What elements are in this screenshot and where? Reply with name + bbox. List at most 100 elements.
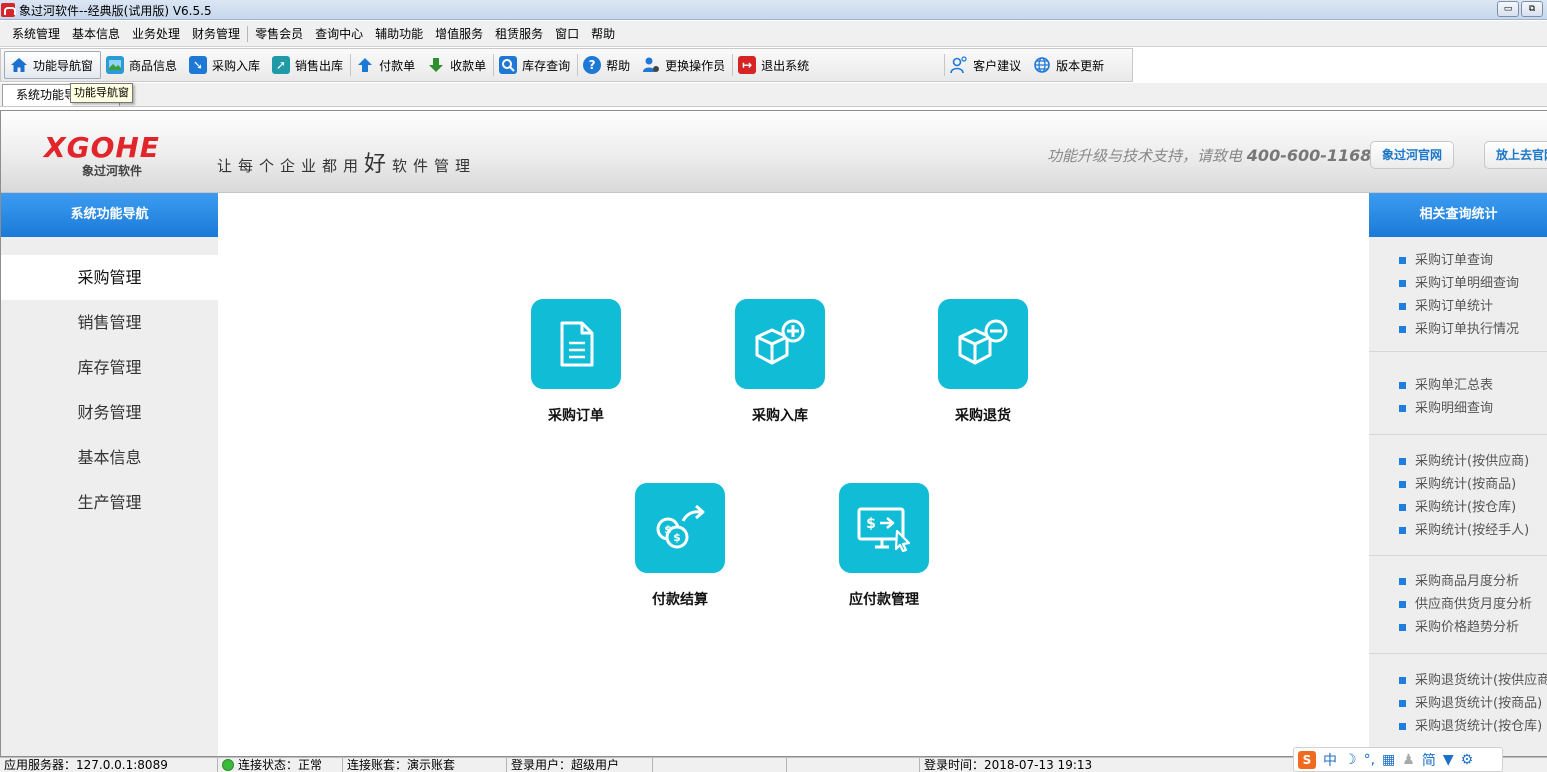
toolbar-product-button[interactable]: 商品信息: [101, 51, 184, 79]
query-link[interactable]: 采购订单统计: [1399, 295, 1547, 318]
status-connection-text: 连接状态：正常: [238, 758, 323, 772]
toolbar-help-button[interactable]: ? 帮助: [578, 51, 637, 79]
toolbar-update-button[interactable]: 版本更新: [1028, 51, 1111, 79]
ime-simplified-toggle[interactable]: 简: [1422, 750, 1436, 770]
nav-item-sales[interactable]: 销售管理: [1, 300, 218, 345]
query-link[interactable]: 采购统计(按商品): [1399, 473, 1547, 496]
query-link[interactable]: 采购商品月度分析: [1399, 570, 1547, 593]
purchase-return-tile[interactable]: 采购退货: [923, 299, 1043, 425]
query-group: 采购统计(按供应商) 采购统计(按商品) 采购统计(按仓库) 采购统计(按经手人…: [1369, 435, 1547, 556]
official-site-button[interactable]: 象过河官网: [1370, 141, 1455, 169]
menu-business[interactable]: 业务处理: [126, 21, 186, 47]
query-group: 采购单汇总表 采购明细查询: [1369, 352, 1547, 435]
query-group: 采购商品月度分析 供应商供货月度分析 采购价格趋势分析: [1369, 556, 1547, 654]
query-link[interactable]: 采购退货统计(按商品): [1399, 692, 1547, 715]
menu-help[interactable]: 帮助: [585, 21, 621, 47]
right-nav: 相关查询统计 采购订单查询 采购订单明细查询 采购订单统计 采购订单执行情况 采…: [1369, 193, 1547, 756]
payables-tile[interactable]: $ 应付款管理: [824, 483, 944, 609]
status-user: 登录用户：超级用户: [507, 758, 653, 772]
title-bar: 象过河软件--经典版(试用版) V6.5.5 ▭ ⧉: [0, 0, 1547, 20]
tile-label: 采购入库: [752, 408, 808, 424]
toolbar-payment-button[interactable]: 付款单: [351, 51, 422, 79]
tile-label: 付款结算: [652, 592, 708, 608]
toolbar-label: 收款单: [450, 58, 487, 73]
ime-chinese-toggle[interactable]: 中: [1323, 750, 1337, 770]
toolbar-label: 库存查询: [522, 58, 571, 73]
nav-item-finance[interactable]: 财务管理: [1, 390, 218, 435]
nav-item-basic-info[interactable]: 基本信息: [1, 435, 218, 480]
support-info: 功能升级与技术支持，请致电 400-600-1168: [1047, 145, 1371, 166]
purchase-order-tile[interactable]: 采购订单: [516, 299, 636, 425]
menu-bar: 系统管理 基本信息 业务处理 财务管理 零售会员 查询中心 辅助功能 增值服务 …: [0, 21, 1547, 47]
left-nav-title: 系统功能导航: [1, 193, 218, 237]
slogan-post: 软件管理: [392, 157, 477, 175]
menu-value-added[interactable]: 增值服务: [429, 21, 489, 47]
payment-settlement-tile[interactable]: $ $ 付款结算: [620, 483, 740, 609]
toolbar-switch-user-button[interactable]: 更换操作员: [637, 51, 732, 79]
query-link[interactable]: 采购统计(按仓库): [1399, 496, 1547, 519]
toolbar-feedback-button[interactable]: 客户建议: [945, 51, 1028, 79]
nav-item-inventory[interactable]: 库存管理: [1, 345, 218, 390]
query-link[interactable]: 采购订单明细查询: [1399, 272, 1547, 295]
tile-label: 应付款管理: [849, 592, 919, 608]
box-plus-icon: [735, 299, 825, 389]
menu-retail[interactable]: 零售会员: [249, 21, 309, 47]
nav-item-production[interactable]: 生产管理: [1, 480, 218, 525]
menu-aux[interactable]: 辅助功能: [369, 21, 429, 47]
toolbar: 功能导航窗 商品信息 ➘ 采购入库 ➚ 销售出库 付款单 收款单 库存查询 ? …: [0, 48, 1133, 82]
svg-text:$: $: [664, 523, 672, 536]
query-link[interactable]: 采购订单执行情况: [1399, 318, 1547, 341]
toolbar-nav-window-button[interactable]: 功能导航窗: [4, 51, 102, 79]
minimize-button[interactable]: ▭: [1497, 1, 1519, 17]
moon-icon[interactable]: ☽: [1344, 752, 1357, 768]
toolbar-receipt-button[interactable]: 收款单: [422, 51, 493, 79]
support-phone: 400-600-1168: [1246, 146, 1372, 165]
window-title: 象过河软件--经典版(试用版) V6.5.5: [19, 4, 212, 18]
logo-brand: XGOHE: [44, 131, 160, 164]
exit-icon: ↦: [738, 56, 757, 74]
toolbar-sales-out-button[interactable]: ➚ 销售出库: [267, 51, 350, 79]
purchase-in-tile[interactable]: 采购入库: [720, 299, 840, 425]
nav-item-purchase[interactable]: 采购管理: [1, 255, 218, 300]
logo-subtitle: 象过河软件: [82, 164, 143, 178]
query-link[interactable]: 采购单汇总表: [1399, 374, 1547, 397]
connection-status-icon: [222, 759, 234, 771]
restore-button[interactable]: ⧉: [1521, 1, 1543, 17]
query-link[interactable]: 供应商供货月度分析: [1399, 593, 1547, 616]
menu-rental[interactable]: 租赁服务: [489, 21, 549, 47]
menu-basic-info[interactable]: 基本信息: [66, 21, 126, 47]
query-group: 采购退货统计(按供应商) 采购退货统计(按商品) 采购退货统计(按仓库): [1369, 654, 1547, 748]
menu-query[interactable]: 查询中心: [309, 21, 369, 47]
toolbar-label: 版本更新: [1056, 58, 1105, 73]
toolbar-stock-query-button[interactable]: 库存查询: [494, 51, 577, 79]
query-link[interactable]: 采购统计(按供应商): [1399, 450, 1547, 473]
query-link[interactable]: 采购统计(按经手人): [1399, 519, 1547, 542]
globe-icon: [1033, 56, 1051, 74]
query-link[interactable]: 采购价格趋势分析: [1399, 616, 1547, 639]
toolbar-exit-button[interactable]: ↦ 退出系统: [733, 51, 816, 79]
support-text: 功能升级与技术支持，请致电: [1047, 147, 1243, 165]
query-link[interactable]: 采购退货统计(按供应商): [1399, 669, 1547, 692]
settings-icon[interactable]: ⚙: [1461, 752, 1474, 768]
content-frame: XGOHE 象过河软件 让每个企业都用好软件管理 功能升级与技术支持，请致电 4…: [0, 110, 1547, 757]
query-link[interactable]: 采购退货统计(按仓库): [1399, 715, 1547, 738]
function-panel: 采购订单 采购入库 采购退货 $ $ 付款结算 $ 应付款管理: [218, 193, 1369, 756]
menu-system[interactable]: 系统管理: [6, 21, 66, 47]
skin-icon[interactable]: ▼: [1443, 752, 1454, 768]
query-link[interactable]: 采购订单查询: [1399, 249, 1547, 272]
menu-finance[interactable]: 财务管理: [186, 21, 246, 47]
ime-toolbar: S 中 ☽ °, ▦ ♟ 简 ▼ ⚙: [1293, 747, 1503, 772]
query-link[interactable]: 采购明细查询: [1399, 397, 1547, 420]
user-icon[interactable]: ♟: [1402, 752, 1415, 768]
ime-logo-icon[interactable]: S: [1298, 750, 1316, 769]
tab-strip: 系统功能导航 功能导航窗: [0, 83, 1547, 107]
feedback-icon: [950, 56, 968, 74]
status-connection: 连接状态：正常: [218, 758, 343, 772]
toolbar-purchase-in-button[interactable]: ➘ 采购入库: [184, 51, 267, 79]
purchase-in-icon: ➘: [189, 56, 208, 74]
punctuation-icon[interactable]: °,: [1364, 752, 1375, 768]
toolbar-label: 采购入库: [212, 58, 261, 73]
menu-window[interactable]: 窗口: [549, 21, 585, 47]
cloud-site-button[interactable]: 放上去官网: [1484, 141, 1547, 169]
keyboard-icon[interactable]: ▦: [1382, 752, 1395, 768]
